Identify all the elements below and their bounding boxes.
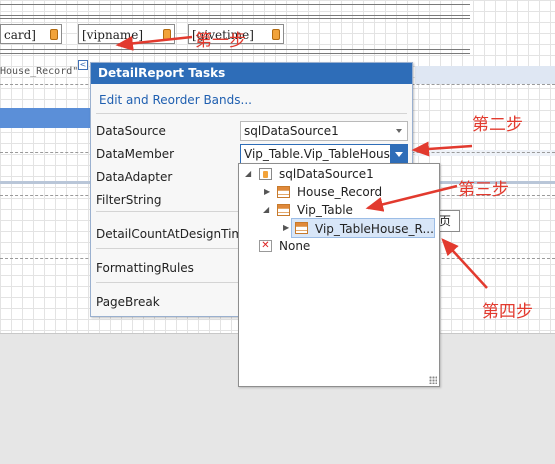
panel-title: DetailReport Tasks (91, 63, 412, 84)
annotation-step2: 第二步 (472, 115, 523, 135)
chevron-down-icon (396, 129, 402, 133)
tree-node-label: Vip_Table (297, 203, 353, 217)
page-text-box[interactable]: 页 (437, 210, 460, 232)
detailcount-label: DetailCountAtDesignTime (96, 227, 251, 241)
edit-reorder-bands-link[interactable]: Edit and Reorder Bands... (99, 93, 252, 107)
tree-node-label: None (279, 239, 311, 253)
dataadapter-label: DataAdapter (96, 170, 173, 184)
dropdown-button[interactable] (390, 145, 407, 163)
table-icon (277, 186, 290, 198)
band-line (0, 15, 470, 16)
tree-node-house-record[interactable]: ▶ House_Record (261, 183, 433, 201)
resize-grip-icon[interactable] (429, 376, 437, 384)
field-vipname-label: [vipname] (82, 28, 144, 42)
band-line (0, 4, 470, 5)
tree-node-label: House_Record (297, 185, 383, 199)
tree-node-vip-tablehouse-record[interactable]: Vip_TableHouse_R... (291, 218, 435, 238)
tree-node-none[interactable]: ✕ None (243, 237, 433, 255)
tree-node-label: sqlDataSource1 (279, 167, 374, 181)
datasource-value: sqlDataSource1 (244, 124, 339, 138)
page-text: 页 (439, 214, 452, 228)
field-card[interactable]: card] (0, 24, 62, 44)
pagebreak-label: PageBreak (96, 295, 160, 309)
field-icon (163, 29, 171, 40)
band-line (0, 53, 470, 54)
formattingrules-label: FormattingRules (96, 261, 194, 275)
field-vipname[interactable]: [vipname] (78, 24, 175, 44)
band-line (0, 18, 470, 19)
field-icon (50, 29, 58, 40)
annotation-step1: 第一步 (195, 31, 246, 51)
datamember-value: Vip_Table.Vip_TableHous (244, 147, 390, 161)
band-name-tag: House_Record" (0, 66, 79, 77)
band-header-strip (415, 66, 555, 84)
table-icon (295, 222, 308, 234)
annotation-step4: 第四步 (482, 302, 533, 322)
datamember-dropdown-tree: ◢ sqlDataSource1 ▶ House_Record ◢ Vip_Ta… (238, 163, 440, 387)
band-strip (415, 150, 555, 156)
tree-node-label: Vip_TableHouse_R... (315, 222, 434, 236)
datasource-label: DataSource (96, 124, 166, 138)
datasource-combo[interactable]: sqlDataSource1 (240, 121, 408, 141)
panel-separator (96, 113, 407, 114)
filterstring-label: FilterString (96, 193, 162, 207)
none-x-icon: ✕ (259, 240, 272, 252)
annotation-step3: 第三步 (458, 180, 509, 200)
tree-node-vip-table[interactable]: ◢ Vip_Table (261, 201, 433, 219)
collapse-arrow-icon[interactable]: ◢ (263, 201, 273, 219)
smart-tag-glyph: < (79, 60, 87, 69)
tree-node-sqldatasource1[interactable]: ◢ sqlDataSource1 (243, 165, 433, 183)
datasource-icon (259, 168, 272, 180)
table-icon (277, 204, 290, 216)
smart-tag-collapse-icon[interactable]: < (78, 60, 88, 70)
field-card-label: card] (4, 28, 36, 42)
expand-arrow-icon[interactable]: ▶ (283, 219, 293, 237)
field-icon (272, 29, 280, 40)
band-selection-bar[interactable] (0, 108, 92, 128)
datamember-combo[interactable]: Vip_Table.Vip_TableHous (240, 144, 408, 164)
chevron-down-icon (395, 152, 403, 157)
datamember-label: DataMember (96, 147, 175, 161)
collapse-arrow-icon[interactable]: ◢ (245, 165, 255, 183)
expand-arrow-icon[interactable]: ▶ (264, 183, 274, 201)
